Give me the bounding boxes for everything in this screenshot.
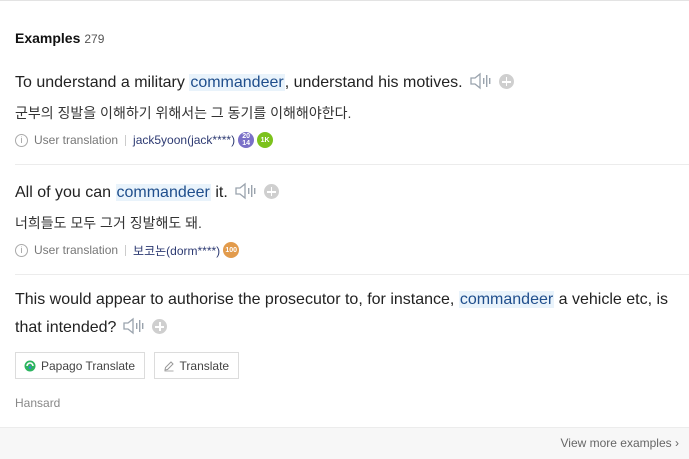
example-translation: 군부의 징발을 이해하기 위해서는 그 동기를 이해해야한다. [15, 105, 352, 121]
example-item-3: This would appear to authorise the prose… [15, 286, 689, 410]
translate-button[interactable]: Translate [153, 352, 240, 379]
example-meta: i User translation jack5yoon(jack****) 2… [15, 131, 689, 149]
papago-icon [24, 360, 36, 371]
speaker-icon[interactable] [469, 71, 493, 101]
section-title: Examples 279 [15, 30, 104, 46]
example-meta: i User translation 보코논(dorm****) 100 [15, 241, 689, 259]
source-type: User translation [34, 133, 119, 147]
example-item-2: All of you can commandeer it. 너희들도 모두 그거… [15, 179, 689, 259]
example-sentence: To understand a military commandeer, und… [15, 69, 689, 101]
sentence-text: , understand his motives. [284, 74, 463, 91]
chevron-right-icon: › [675, 436, 679, 450]
info-icon[interactable]: i [15, 243, 28, 257]
speaker-icon[interactable] [234, 181, 258, 211]
divider [15, 274, 689, 275]
papago-translate-label: Papago Translate [41, 358, 136, 373]
keyword-highlight[interactable]: commandeer [458, 291, 555, 308]
add-icon[interactable] [498, 74, 514, 89]
example-sentence: This would appear to authorise the prose… [15, 286, 675, 346]
add-icon[interactable] [263, 184, 279, 199]
translate-buttons: Papago Translate Translate [15, 352, 689, 379]
papago-translate-button[interactable]: Papago Translate [15, 352, 146, 379]
translate-label: Translate [179, 358, 230, 373]
divider [15, 164, 689, 165]
user-badge: 1K [257, 132, 274, 148]
user-badge: 20 14 [238, 132, 255, 148]
add-icon[interactable] [152, 319, 168, 334]
pencil-icon [163, 360, 174, 371]
user-link[interactable]: jack5yoon(jack****) [133, 133, 235, 147]
section-title-text: Examples [15, 30, 81, 46]
separator [125, 134, 127, 146]
speaker-icon[interactable] [122, 316, 146, 346]
example-item-1: To understand a military commandeer, und… [15, 69, 689, 149]
sentence-text: All of you can [15, 184, 116, 201]
info-icon[interactable]: i [15, 133, 28, 147]
example-count: 279 [84, 32, 105, 46]
user-link[interactable]: 보코논(dorm****) [133, 242, 220, 259]
example-source: Hansard [15, 396, 61, 410]
separator [125, 244, 127, 256]
keyword-highlight[interactable]: commandeer [115, 184, 211, 201]
view-more-examples-link[interactable]: View more examples › [560, 436, 679, 450]
keyword-highlight[interactable]: commandeer [189, 74, 285, 91]
sentence-text: it. [210, 184, 228, 201]
sentence-text: To understand a military [15, 74, 190, 91]
example-sentence: All of you can commandeer it. [15, 179, 689, 211]
view-more-label: View more examples [560, 436, 672, 450]
source-type: User translation [34, 243, 119, 257]
sentence-text: This would appear to authorise the prose… [15, 291, 459, 308]
user-badge: 100 [223, 242, 240, 258]
example-translation: 너희들도 모두 그거 징발해도 돼. [15, 215, 202, 231]
top-border [0, 0, 689, 1]
footer-bar: View more examples › [0, 427, 689, 459]
